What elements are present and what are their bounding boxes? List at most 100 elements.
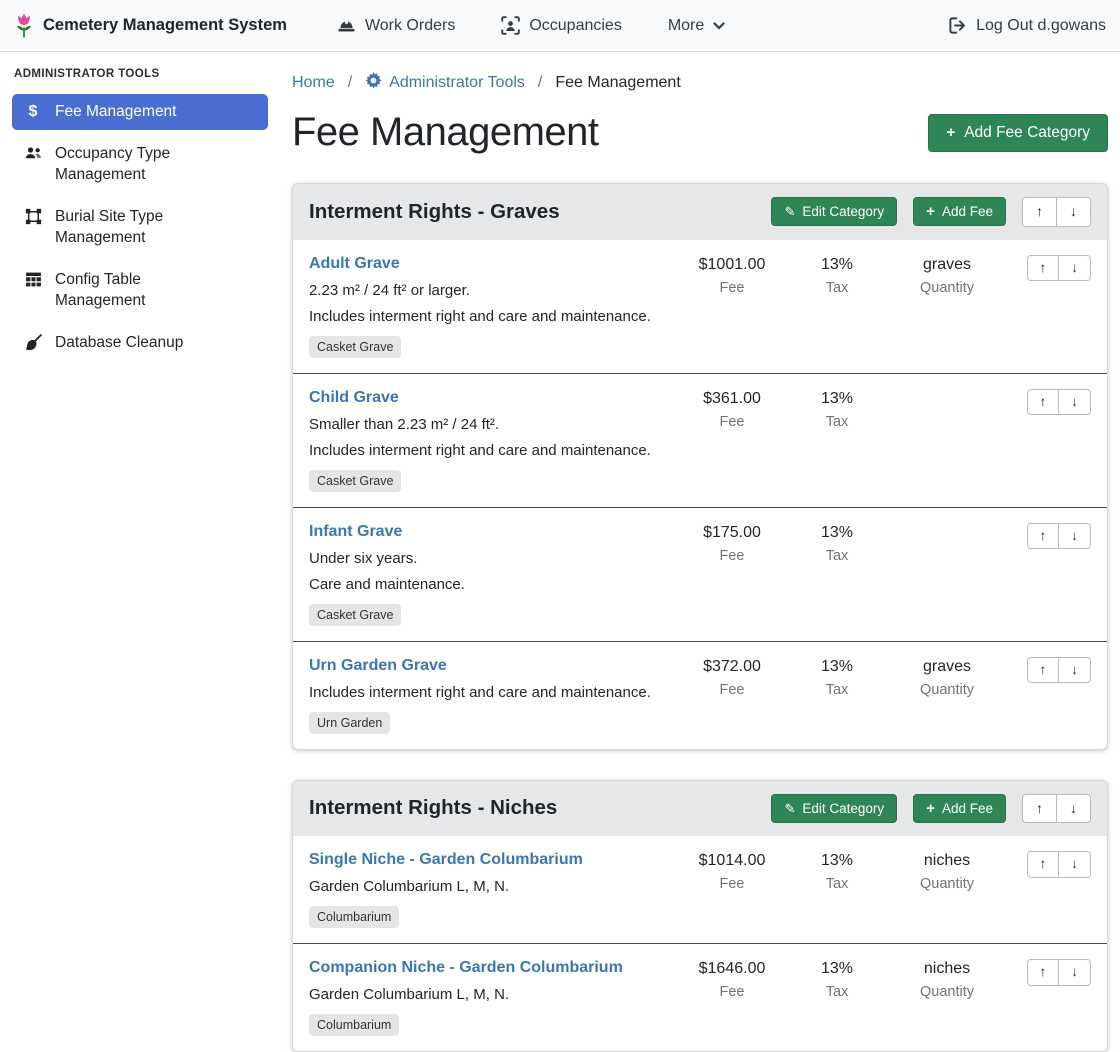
move-category-down-button[interactable]: ↓ [1056, 197, 1091, 227]
sidebar-item-fee-management[interactable]: $ Fee Management [12, 94, 268, 130]
fee-name-link[interactable]: Adult Grave [309, 255, 400, 273]
breadcrumb-home[interactable]: Home [292, 74, 335, 92]
move-fee-up-button[interactable]: ↑ [1027, 657, 1060, 684]
fee-amount-label: Fee [677, 682, 787, 698]
fee-amount-value: $1646.00 [677, 960, 787, 978]
fee-reorder-group: ↑ ↓ [1007, 523, 1091, 550]
fee-amount-label: Fee [677, 280, 787, 296]
fee-name-link[interactable]: Companion Niche - Garden Columbarium [309, 959, 623, 977]
pencil-icon: ✎ [784, 802, 795, 815]
fee-quantity-value: niches [887, 960, 1007, 978]
fee-name-link[interactable]: Single Niche - Garden Columbarium [309, 851, 583, 869]
fee-tax-col: 13% Tax [787, 851, 887, 892]
fee-tax-label: Tax [787, 876, 887, 892]
chevron-down-icon [713, 22, 725, 30]
fee-amount-label: Fee [677, 984, 787, 1000]
breadcrumb-admin-tools[interactable]: Administrator Tools [365, 72, 525, 94]
fee-row: Adult Grave 2.23 m² / 24 ft² or larger. … [293, 240, 1107, 373]
fee-name-link[interactable]: Child Grave [309, 389, 399, 407]
move-fee-up-button[interactable]: ↑ [1027, 255, 1060, 282]
edit-category-button[interactable]: ✎ Edit Category [771, 197, 897, 226]
fee-row: Infant Grave Under six years. Care and m… [293, 507, 1107, 641]
fee-description: Includes interment right and care and ma… [309, 442, 667, 459]
sidebar-item-config-table-management[interactable]: Config Table Management [12, 262, 268, 319]
tulip-logo-icon [14, 12, 34, 39]
fee-type-badge: Urn Garden [309, 712, 390, 734]
move-fee-down-button[interactable]: ↓ [1058, 255, 1091, 282]
move-fee-up-button[interactable]: ↑ [1027, 523, 1060, 550]
fee-tax-label: Tax [787, 414, 887, 430]
fee-amount-value: $1014.00 [677, 852, 787, 870]
logout-link[interactable]: Log Out d.gowans [948, 16, 1106, 35]
brand: Cemetery Management System [14, 12, 287, 39]
add-fee-category-button[interactable]: + Add Fee Category [928, 114, 1108, 152]
sidebar-item-burial-site-type-management[interactable]: Burial Site Type Management [12, 199, 268, 256]
logout-label: Log Out d.gowans [976, 17, 1106, 35]
fee-quantity-value: graves [887, 256, 1007, 274]
brand-title: Cemetery Management System [43, 16, 287, 35]
add-fee-button[interactable]: + Add Fee [913, 197, 1006, 226]
sidebar-item-database-cleanup[interactable]: Database Cleanup [12, 325, 268, 364]
fee-amount-label: Fee [677, 548, 787, 564]
fee-name-link[interactable]: Infant Grave [309, 523, 402, 541]
fee-tax-label: Tax [787, 682, 887, 698]
arrow-down-icon: ↓ [1070, 203, 1077, 219]
category-card-niches: Interment Rights - Niches ✎ Edit Categor… [292, 780, 1108, 1052]
arrow-down-icon: ↓ [1071, 662, 1078, 677]
fee-amount-col: $175.00 Fee [677, 523, 787, 564]
fee-description: Smaller than 2.23 m² / 24 ft². [309, 416, 667, 433]
fee-quantity-col [887, 389, 1007, 390]
breadcrumb: Home / Administrator Tools / Fee Managem… [292, 72, 1108, 94]
fee-type-badge: Casket Grave [309, 604, 401, 626]
fee-tax-label: Tax [787, 280, 887, 296]
fee-quantity-label: Quantity [887, 876, 1007, 892]
fee-name-link[interactable]: Urn Garden Grave [309, 657, 447, 675]
logout-icon [948, 16, 967, 35]
fee-quantity-col [887, 523, 1007, 524]
fee-description: Includes interment right and care and ma… [309, 308, 667, 325]
fee-tax-col: 13% Tax [787, 255, 887, 296]
move-fee-down-button[interactable]: ↓ [1058, 851, 1091, 878]
fee-type-badge: Columbarium [309, 906, 399, 928]
move-fee-up-button[interactable]: ↑ [1027, 389, 1060, 416]
arrow-down-icon: ↓ [1071, 394, 1078, 409]
move-fee-up-button[interactable]: ↑ [1027, 959, 1060, 986]
move-fee-down-button[interactable]: ↓ [1058, 389, 1091, 416]
add-fee-button[interactable]: + Add Fee [913, 794, 1006, 823]
nav-occupancies[interactable]: Occupancies [501, 16, 622, 35]
move-fee-down-button[interactable]: ↓ [1058, 523, 1091, 550]
breadcrumb-separator: / [348, 74, 352, 92]
broom-icon [22, 334, 44, 356]
fee-tax-value: 13% [787, 390, 887, 408]
vector-square-icon [22, 208, 44, 230]
nav-work-orders[interactable]: Work Orders [337, 16, 455, 35]
sidebar-item-occupancy-type-management[interactable]: Occupancy Type Management [12, 136, 268, 193]
move-fee-up-button[interactable]: ↑ [1027, 851, 1060, 878]
fee-tax-col: 13% Tax [787, 657, 887, 698]
arrow-up-icon: ↑ [1040, 856, 1047, 871]
category-title: Interment Rights - Graves [309, 200, 771, 224]
move-category-up-button[interactable]: ↑ [1022, 794, 1057, 824]
fee-type-badge: Casket Grave [309, 470, 401, 492]
fee-info: Urn Garden Grave Includes interment righ… [309, 657, 677, 734]
arrow-up-icon: ↑ [1036, 203, 1043, 219]
arrow-down-icon: ↓ [1070, 800, 1077, 816]
breadcrumb-admin-tools-label: Administrator Tools [389, 74, 525, 92]
edit-category-button[interactable]: ✎ Edit Category [771, 794, 897, 823]
move-category-up-button[interactable]: ↑ [1022, 197, 1057, 227]
category-header: Interment Rights - Niches ✎ Edit Categor… [293, 781, 1107, 837]
fee-quantity-col: niches Quantity [887, 959, 1007, 1000]
page-title: Fee Management [292, 110, 599, 155]
fee-quantity-col: graves Quantity [887, 657, 1007, 698]
move-fee-down-button[interactable]: ↓ [1058, 959, 1091, 986]
fee-info: Infant Grave Under six years. Care and m… [309, 523, 677, 626]
plus-icon: + [946, 125, 955, 140]
fee-tax-label: Tax [787, 984, 887, 1000]
move-fee-down-button[interactable]: ↓ [1058, 657, 1091, 684]
fee-info: Child Grave Smaller than 2.23 m² / 24 ft… [309, 389, 677, 492]
fee-row: Single Niche - Garden Columbarium Garden… [293, 836, 1107, 943]
arrow-up-icon: ↑ [1036, 800, 1043, 816]
move-category-down-button[interactable]: ↓ [1056, 794, 1091, 824]
fee-amount-col: $1014.00 Fee [677, 851, 787, 892]
nav-more[interactable]: More [668, 16, 725, 35]
